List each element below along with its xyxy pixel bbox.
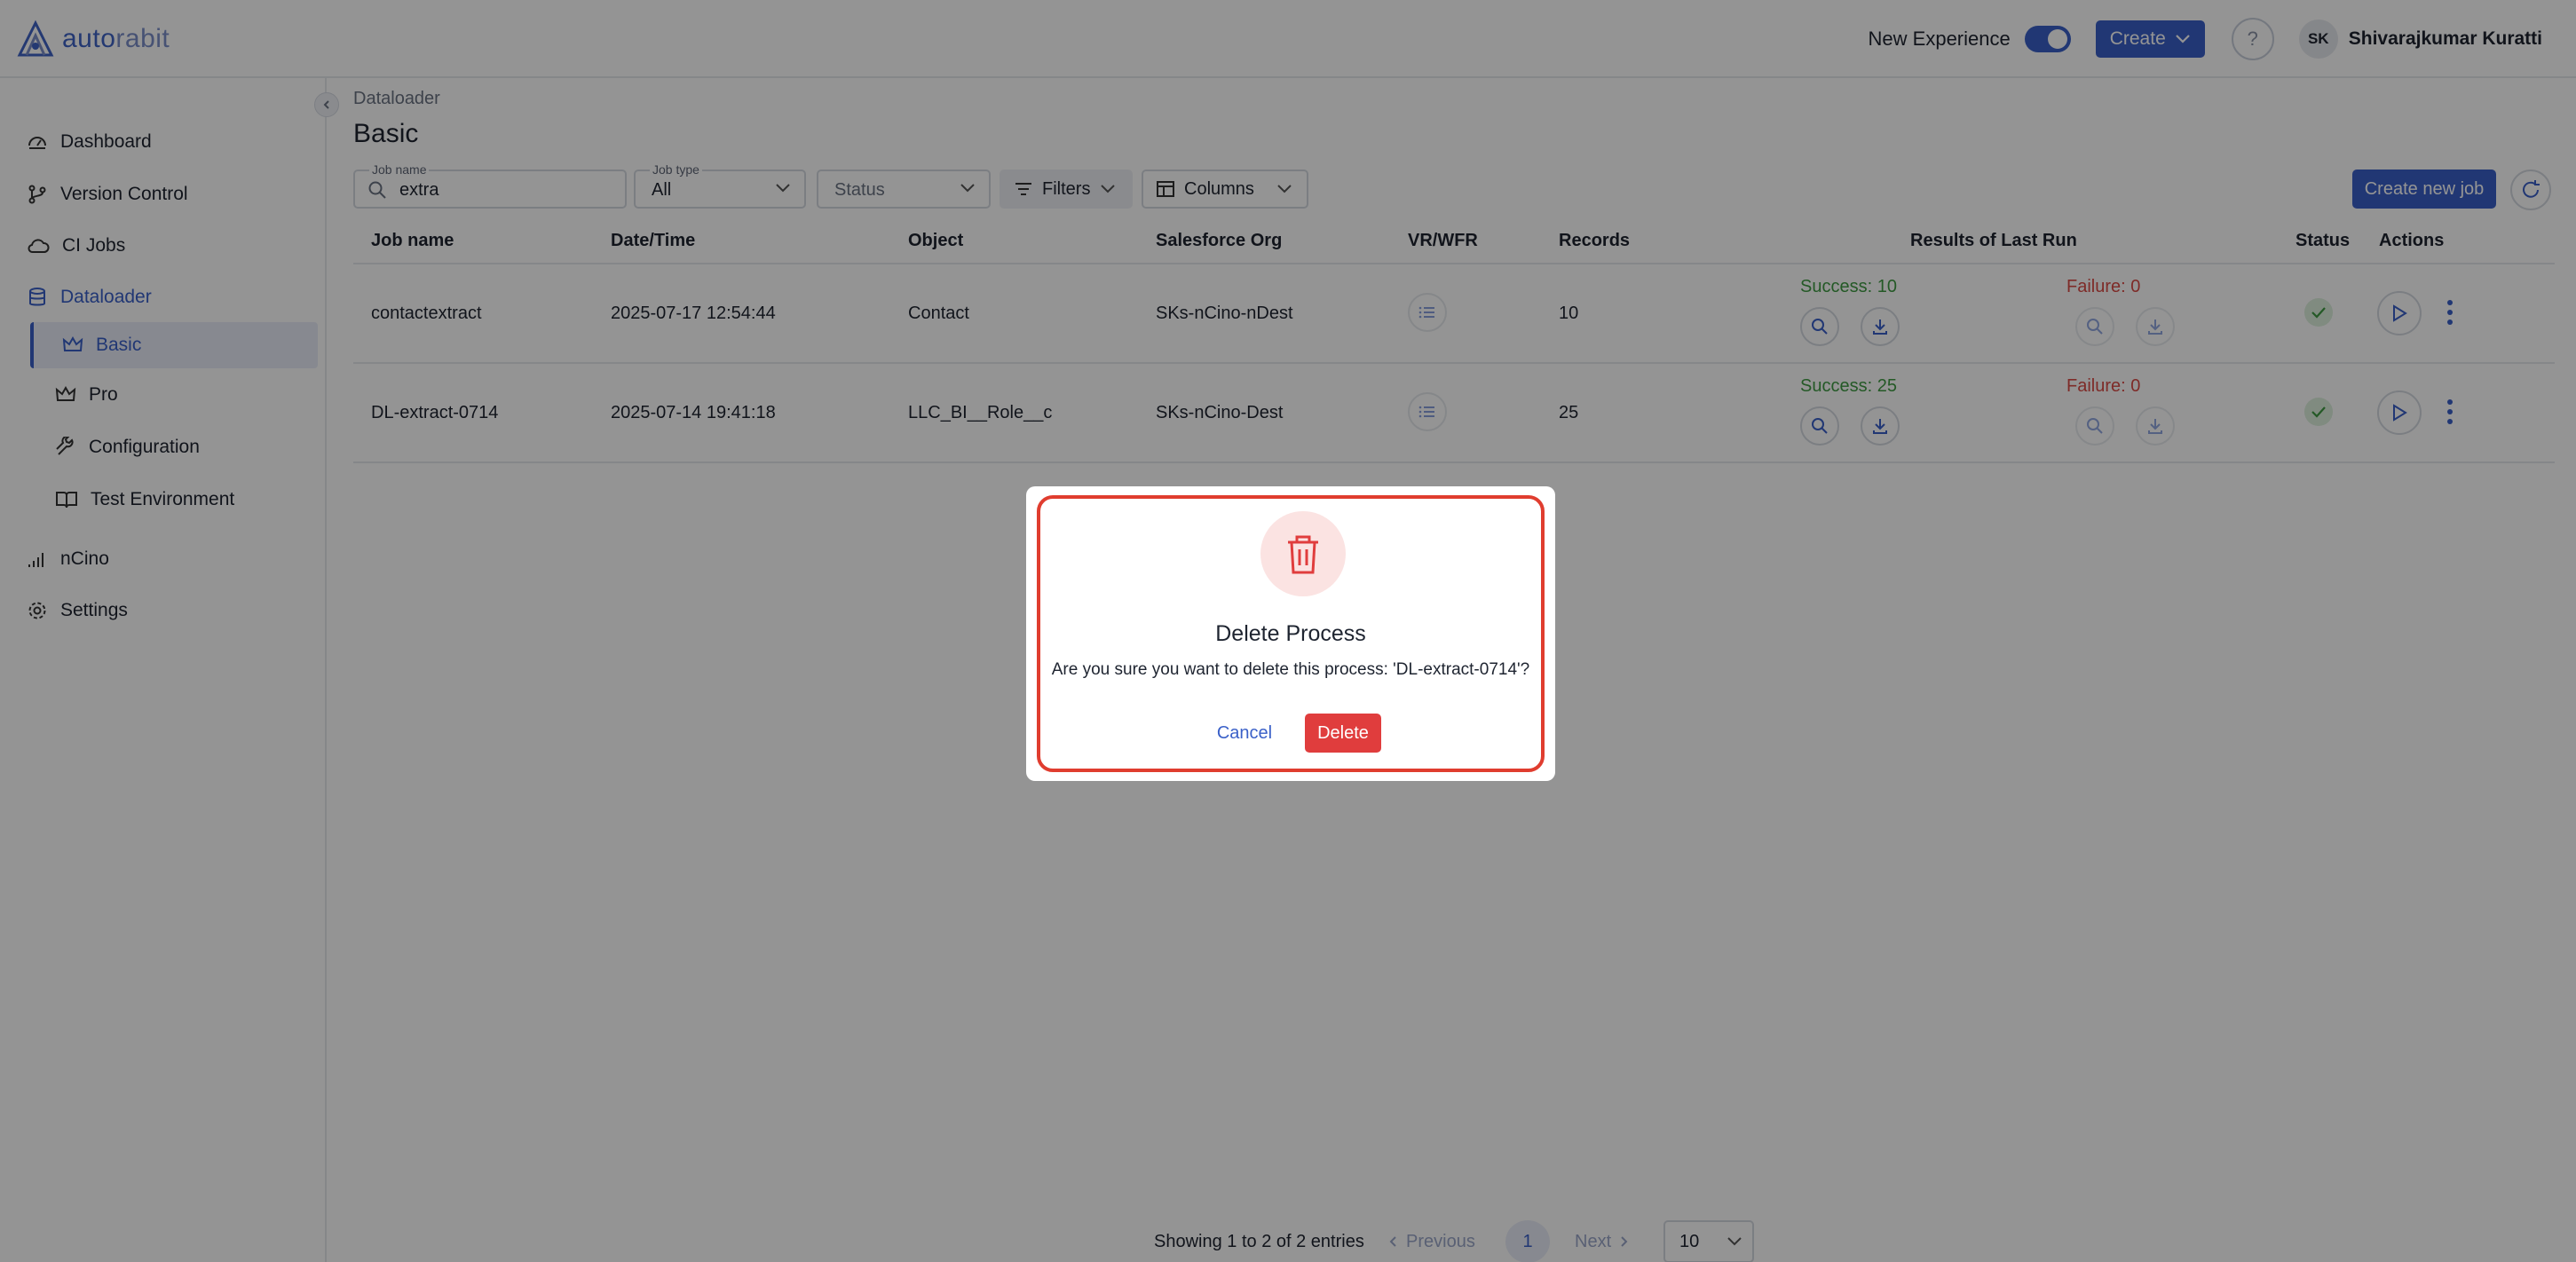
delete-process-dialog: Delete Process Are you sure you want to … [1026,486,1555,781]
dialog-message: Are you sure you want to delete this pro… [1051,660,1530,679]
app-root: autorabit New Experience Create ? SK Shi… [0,0,2576,1262]
dialog-highlight-frame: Delete Process Are you sure you want to … [1037,495,1545,772]
cancel-button[interactable]: Cancel [1207,715,1282,751]
trash-icon [1260,511,1346,596]
delete-button[interactable]: Delete [1305,714,1381,753]
dialog-title: Delete Process [1215,621,1366,646]
